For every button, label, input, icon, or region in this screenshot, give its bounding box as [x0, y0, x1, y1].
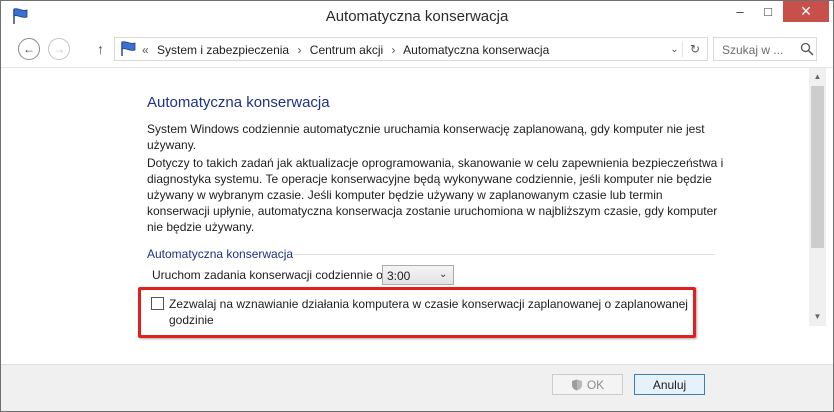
- schedule-label: Uruchom zadania konserwacji codziennie o: [152, 268, 383, 282]
- shield-icon: [571, 379, 582, 390]
- search-icon[interactable]: [800, 42, 814, 56]
- scroll-thumb[interactable]: [811, 86, 824, 248]
- scroll-down-arrow-icon[interactable]: ▼: [809, 308, 826, 325]
- search-input[interactable]: Szukaj w ...: [713, 37, 817, 61]
- close-button[interactable]: ✕: [783, 1, 829, 22]
- address-bar[interactable]: « System i zabezpieczenia › Centrum akcj…: [114, 37, 708, 61]
- maximize-button[interactable]: □: [755, 1, 781, 22]
- group-label: Automatyczna konserwacja: [147, 247, 294, 261]
- chevron-down-icon[interactable]: ⌄: [667, 41, 683, 57]
- description-paragraph: System Windows codziennie automatycznie …: [147, 122, 705, 152]
- breadcrumb-item-action-center[interactable]: Centrum akcji: [310, 43, 383, 57]
- wake-checkbox-label[interactable]: Zezwalaj na wznawianie działania kompute…: [169, 296, 689, 328]
- vertical-scrollbar[interactable]: ▲ ▼: [809, 68, 826, 326]
- back-button[interactable]: ←: [18, 38, 40, 60]
- chevron-down-icon: ⌄: [439, 269, 448, 280]
- ok-button[interactable]: OK: [552, 374, 623, 395]
- breadcrumb: « System i zabezpieczenia › Centrum akcj…: [142, 43, 554, 57]
- window-title: Automatyczna konserwacja: [325, 8, 509, 25]
- scroll-up-arrow-icon[interactable]: ▲: [809, 68, 826, 85]
- breadcrumb-overflow[interactable]: «: [142, 43, 149, 57]
- forward-button[interactable]: →: [48, 38, 70, 60]
- wake-checkbox[interactable]: [151, 297, 164, 310]
- breadcrumb-separator[interactable]: ›: [392, 43, 396, 57]
- main-content: Automatyczna konserwacja System Windows …: [1, 68, 809, 364]
- title-bar: Automatyczna konserwacja – □ ✕: [1, 1, 833, 33]
- window: Automatyczna konserwacja – □ ✕ ← → ↑ « S…: [0, 0, 834, 412]
- navigation-bar: ← → ↑ « System i zabezpieczenia › Centru…: [1, 33, 833, 67]
- action-center-flag-icon: [121, 41, 136, 56]
- breadcrumb-separator[interactable]: ›: [297, 43, 301, 57]
- breadcrumb-item-automatic-maintenance[interactable]: Automatyczna konserwacja: [403, 43, 549, 57]
- dialog-footer: OK Anuluj: [1, 364, 833, 411]
- cancel-button[interactable]: Anuluj: [634, 374, 705, 395]
- up-button[interactable]: ↑: [97, 41, 104, 57]
- search-placeholder: Szukaj w ...: [722, 43, 784, 57]
- group-divider: [293, 254, 715, 255]
- minimize-button[interactable]: –: [727, 1, 753, 22]
- refresh-icon[interactable]: ↻: [687, 41, 703, 57]
- time-select[interactable]: 3:00 ⌄: [382, 265, 454, 285]
- breadcrumb-item-system-security[interactable]: System i zabezpieczenia: [157, 43, 289, 57]
- page-title: Automatyczna konserwacja: [147, 94, 330, 111]
- time-select-value: 3:00: [387, 269, 411, 283]
- details-paragraph: Dotyczy to takich zadań jak aktualizacje…: [147, 156, 724, 234]
- ok-button-label: OK: [586, 377, 605, 392]
